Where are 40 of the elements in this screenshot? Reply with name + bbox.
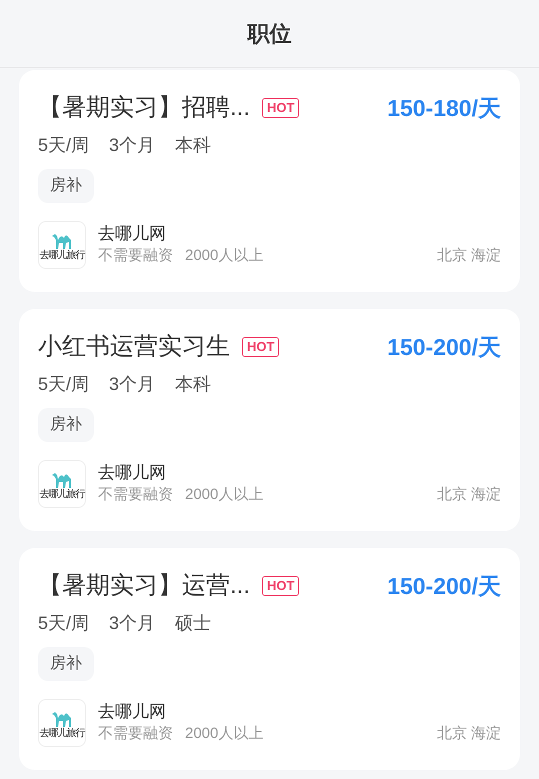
company-name: 去哪儿网 [98, 701, 167, 723]
job-title: 小红书运营实习生 [38, 332, 230, 362]
company-name: 去哪儿网 [98, 223, 167, 245]
job-requirement: 硕士 [175, 612, 212, 635]
funding-stage: 不需要融资 [98, 246, 173, 266]
job-requirement: 5天/周 [38, 134, 90, 157]
job-card[interactable]: 【暑期实习】招聘... HOT 150-180/天 5天/周 3个月 本科 房补 去哪儿旅行 去哪儿网 不需要融资 2000人以上 北京 海淀 [19, 70, 520, 292]
job-requirement: 本科 [175, 134, 212, 157]
job-location: 北京 海淀 [436, 485, 501, 505]
job-requirement: 5天/周 [38, 612, 90, 635]
company-size: 2000人以上 [185, 724, 264, 744]
funding-stage: 不需要融资 [98, 485, 173, 505]
hot-badge: HOT [242, 337, 280, 357]
company-size: 2000人以上 [185, 246, 264, 266]
job-requirement: 3个月 [109, 134, 156, 157]
job-location: 北京 海淀 [436, 724, 501, 744]
company-name: 去哪儿网 [98, 462, 167, 484]
job-requirement: 3个月 [109, 612, 156, 635]
job-title: 【暑期实习】招聘... [38, 93, 250, 123]
logo-text: 去哪儿旅行 [40, 728, 84, 738]
company-size: 2000人以上 [185, 485, 264, 505]
benefit-tag: 房补 [38, 169, 94, 203]
salary: 150-180/天 [387, 94, 501, 123]
job-location: 北京 海淀 [436, 246, 501, 266]
job-card[interactable]: 【暑期实习】运营... HOT 150-200/天 5天/周 3个月 硕士 房补 去哪儿旅行 去哪儿网 不需要融资 2000人以上 北京 海淀 [19, 548, 520, 770]
hot-badge: HOT [262, 576, 300, 596]
job-title: 【暑期实习】运营... [38, 571, 250, 601]
page-title: 职位 [248, 20, 292, 48]
job-requirement: 5天/周 [38, 373, 90, 396]
salary: 150-200/天 [387, 572, 501, 601]
job-requirement: 3个月 [109, 373, 156, 396]
benefit-tag: 房补 [38, 647, 94, 681]
job-requirement: 本科 [175, 373, 212, 396]
funding-stage: 不需要融资 [98, 724, 173, 744]
job-card[interactable]: 小红书运营实习生 HOT 150-200/天 5天/周 3个月 本科 房补 去哪儿旅行 去哪儿网 不需要融资 2000人以上 北京 海淀 [19, 309, 520, 531]
benefit-tag: 房补 [38, 408, 94, 442]
logo-text: 去哪儿旅行 [40, 250, 84, 260]
logo-text: 去哪儿旅行 [40, 488, 84, 500]
salary: 150-200/天 [387, 332, 501, 362]
hot-badge: HOT [262, 98, 300, 118]
